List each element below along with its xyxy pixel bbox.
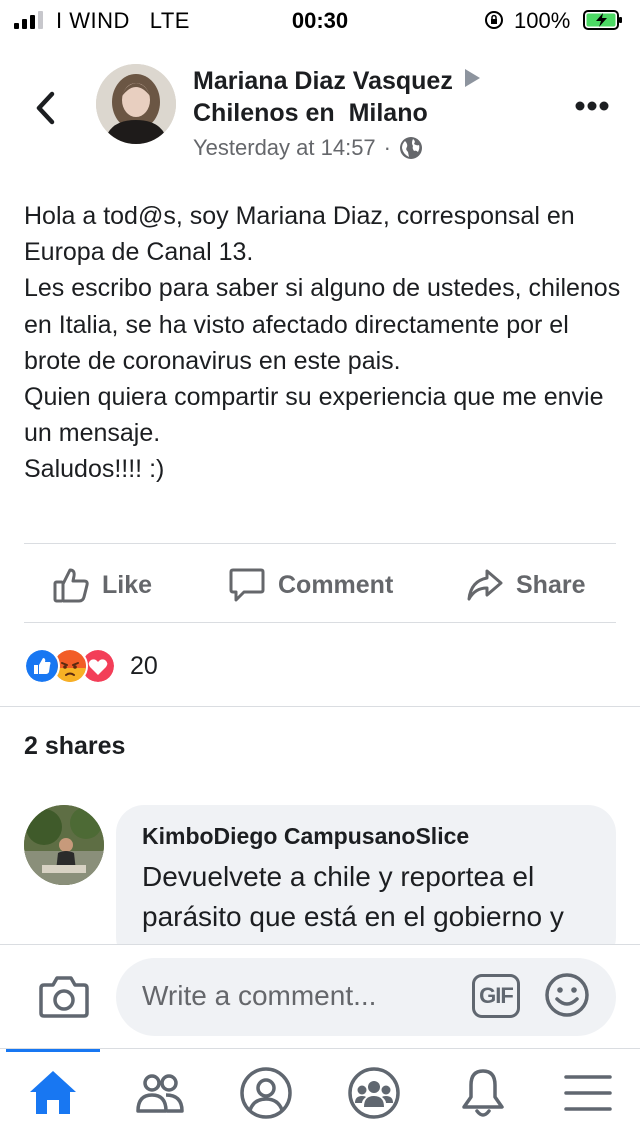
comment-bubble[interactable]: KimboDiego CampusanoSlice Devuelvete a c… (116, 805, 616, 965)
divider (0, 706, 640, 707)
author-avatar[interactable] (96, 64, 176, 144)
commenter-avatar[interactable] (24, 805, 104, 885)
share-button[interactable]: Share (466, 548, 585, 622)
like-reaction-icon (24, 648, 60, 684)
camera-icon[interactable] (38, 973, 90, 1021)
post-paragraph: Les escribo para saber si alguno de uste… (24, 274, 621, 375)
divider (24, 622, 616, 623)
arrow-right-icon (464, 69, 480, 87)
group-name[interactable]: Chilenos en Milano (193, 99, 428, 128)
post-header: Mariana Diaz Vasquez Chilenos en Milano … (0, 60, 640, 160)
comment-placeholder: Write a comment... (142, 980, 377, 1011)
profile-icon[interactable] (238, 1065, 294, 1121)
post-paragraph: Quien quiera compartir su experiencia qu… (24, 383, 604, 448)
reactions-summary[interactable]: 20 (24, 646, 158, 686)
bottom-tab-bar (0, 1048, 640, 1137)
author-photo (96, 64, 176, 144)
battery-percent: 100% (514, 8, 571, 33)
groups-icon[interactable] (346, 1065, 402, 1121)
author-row: Mariana Diaz Vasquez (193, 67, 480, 96)
emoji-icon[interactable] (544, 972, 590, 1018)
thumbs-up-icon (53, 568, 89, 603)
status-bar: I WIND LTE 00:30 100% (0, 0, 640, 40)
friends-icon[interactable] (132, 1065, 188, 1121)
globe-icon (400, 137, 422, 159)
share-arrow-icon (467, 569, 503, 601)
like-button[interactable]: Like (52, 548, 152, 622)
comment-icon (229, 568, 265, 602)
like-label: Like (102, 570, 153, 599)
post-actions: Like Comment Share (0, 548, 640, 622)
menu-icon[interactable] (560, 1065, 616, 1121)
orientation-lock-icon (485, 11, 503, 29)
share-label: Share (516, 570, 586, 599)
comment-button[interactable]: Comment (228, 548, 393, 622)
post-text: Hola a tod@s, soy Mariana Diaz, correspo… (24, 198, 624, 488)
gif-button[interactable]: GIF (472, 974, 520, 1018)
comment-author[interactable]: KimboDiego CampusanoSlice (142, 823, 469, 850)
author-name[interactable]: Mariana Diaz Vasquez (193, 67, 453, 95)
reaction-count: 20 (130, 651, 158, 680)
post-paragraph: Hola a tod@s, soy Mariana Diaz, correspo… (24, 202, 575, 267)
back-button[interactable] (30, 88, 60, 128)
post-paragraph: Saludos!!!! :) (24, 455, 165, 484)
post-timestamp[interactable]: Yesterday at 14:57 (193, 135, 376, 161)
active-tab-indicator (6, 1049, 100, 1052)
comment-label: Comment (278, 570, 394, 599)
more-options-icon[interactable] (574, 100, 610, 112)
post-meta: Yesterday at 14:57 · (193, 135, 423, 161)
comment-composer: Write a comment... GIF (0, 944, 640, 1049)
commenter-photo (24, 805, 104, 885)
battery-charging-icon (583, 10, 622, 30)
meta-separator: · (383, 135, 391, 160)
divider (24, 543, 616, 544)
notifications-bell-icon[interactable] (455, 1065, 511, 1121)
home-icon[interactable] (25, 1065, 81, 1121)
shares-count[interactable]: 2 shares (24, 732, 125, 761)
comment-input[interactable]: Write a comment... GIF (116, 958, 616, 1036)
